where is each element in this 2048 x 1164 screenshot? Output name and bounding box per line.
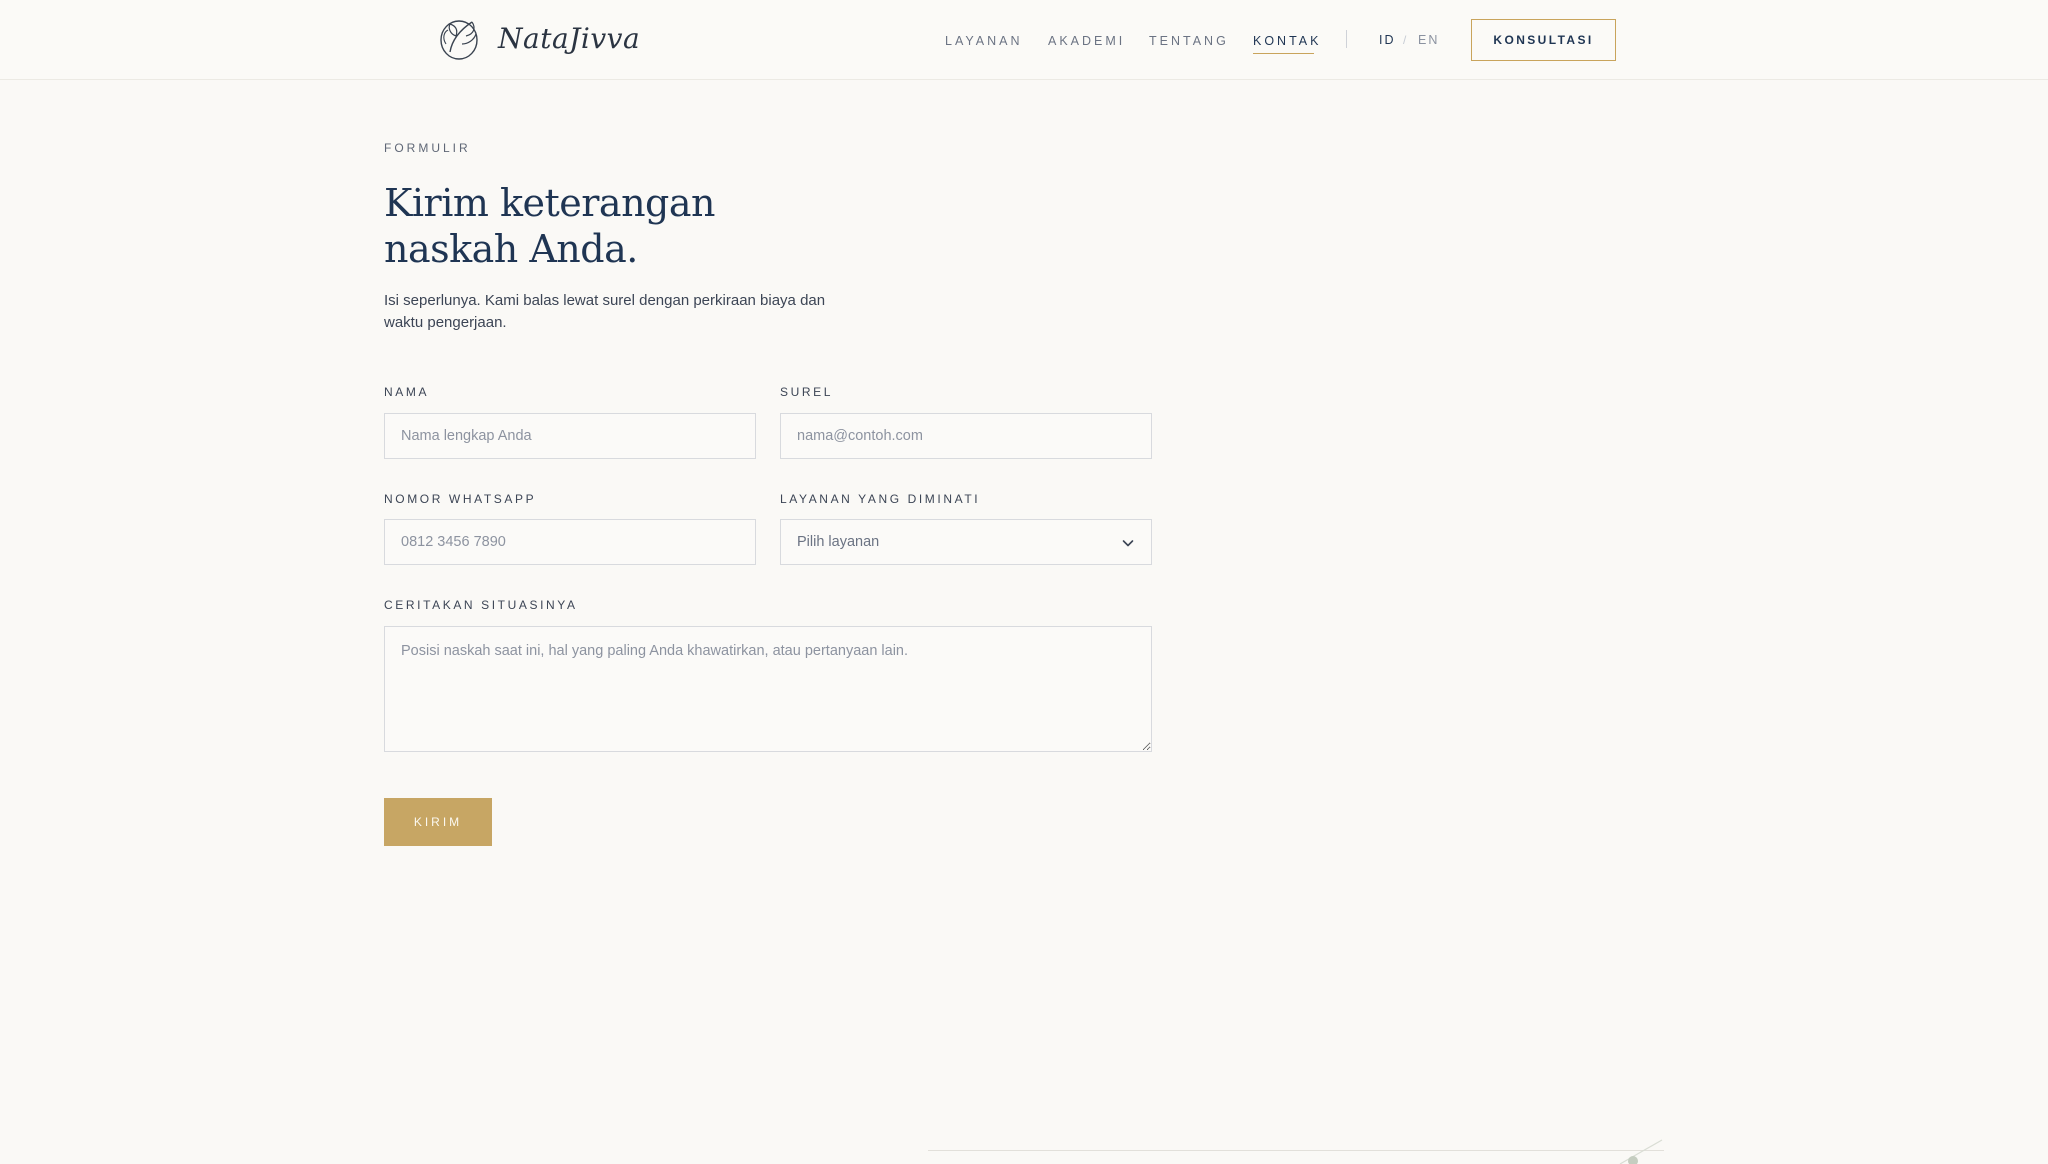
situation-label: CERITAKAN SITUASINYA xyxy=(384,598,578,612)
service-select[interactable]: Pilih layanan xyxy=(780,519,1152,565)
form-description: Isi seperlunya. Kami balas lewat surel d… xyxy=(384,292,826,331)
chevron-down-icon xyxy=(1122,540,1134,547)
lang-en[interactable]: EN xyxy=(1418,33,1439,47)
site-header: NataJivva LAYANAN AKADEMI TENTANG KONTAK… xyxy=(0,0,2048,80)
service-select-value: Pilih layanan xyxy=(797,534,880,550)
nav-kontak[interactable]: KONTAK xyxy=(1253,34,1321,48)
footer-divider xyxy=(928,1150,1664,1151)
nav-akademi[interactable]: AKADEMI xyxy=(1048,34,1125,48)
whatsapp-input[interactable] xyxy=(384,519,756,565)
lang-id[interactable]: ID xyxy=(1379,33,1396,47)
brand-logo[interactable]: NataJivva xyxy=(436,14,640,62)
email-input[interactable] xyxy=(780,413,1152,459)
email-label: SUREL xyxy=(780,385,834,399)
lang-separator: / xyxy=(1403,33,1407,47)
submit-button[interactable]: KIRIM xyxy=(384,798,492,846)
name-input[interactable] xyxy=(384,413,756,459)
leaf-ornament-icon xyxy=(1619,1139,1663,1164)
nav-layanan[interactable]: LAYANAN xyxy=(945,34,1023,48)
service-label: LAYANAN YANG DIMINATI xyxy=(780,492,981,506)
section-eyebrow: FORMULIR xyxy=(384,141,471,155)
nav-tentang[interactable]: TENTANG xyxy=(1149,34,1229,48)
nav-divider xyxy=(1346,30,1347,48)
consultation-button[interactable]: KONSULTASI xyxy=(1471,19,1616,61)
whatsapp-label: NOMOR WHATSAPP xyxy=(384,492,537,506)
leaf-emblem-icon xyxy=(440,20,478,60)
name-label: NAMA xyxy=(384,385,430,399)
situation-textarea[interactable] xyxy=(384,626,1152,752)
page-title: Kirim keterangan naskah Anda. xyxy=(384,181,716,271)
brand-name: NataJivva xyxy=(498,21,641,55)
active-nav-indicator xyxy=(1253,53,1314,54)
